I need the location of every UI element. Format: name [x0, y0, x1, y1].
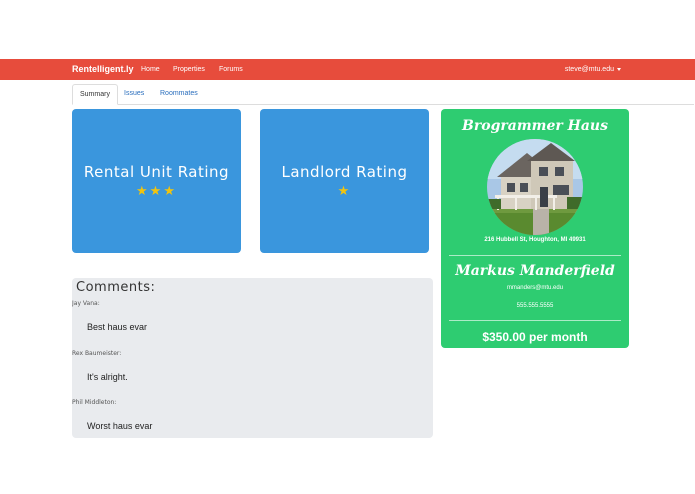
- nav-properties-link[interactable]: Properties: [173, 59, 205, 80]
- rental-unit-rating-card: Rental Unit Rating ★★★: [72, 109, 241, 253]
- landlord-name: Markus Manderfield: [455, 263, 615, 279]
- rent-price: $350.00 per month: [482, 330, 588, 344]
- comments-title: Comments:: [76, 280, 156, 295]
- property-address: 216 Hubbell St, Houghton, MI 49931: [484, 237, 586, 243]
- comment-author: Phil Middleton:: [72, 399, 117, 406]
- tab-roommates[interactable]: Roommates: [153, 84, 205, 104]
- tab-summary[interactable]: Summary: [72, 84, 118, 105]
- nav-forums-link[interactable]: Forums: [219, 59, 243, 80]
- comments-panel: Comments: Jay Vana: Best haus evar Rex B…: [72, 278, 433, 438]
- comment-text: Worst haus evar: [87, 421, 153, 431]
- house-photo: [487, 139, 583, 235]
- rental-unit-star-icons: ★★★: [136, 183, 177, 198]
- landlord-rating-label: Landlord Rating: [281, 163, 408, 181]
- landlord-rating-card: Landlord Rating ★: [260, 109, 429, 253]
- comment-text: Best haus evar: [87, 322, 148, 332]
- comment-author: Rex Baumeister:: [72, 350, 122, 357]
- rental-unit-rating-label: Rental Unit Rating: [83, 163, 230, 181]
- navbar: Rentelligent.ly Home Properties Forums s…: [0, 59, 695, 80]
- landlord-phone: 555.555.5555: [516, 303, 554, 309]
- property-name: Brogrammer Haus: [462, 118, 608, 134]
- landlord-email-link[interactable]: mmanders@mtu.edu: [441, 285, 629, 291]
- property-card: Brogrammer Haus 216 Hubbell St, Houghton…: [441, 109, 629, 348]
- house-illustration: [487, 139, 583, 235]
- comment-text: It's alright.: [87, 372, 128, 382]
- user-email: steve@mtu.edu: [564, 66, 614, 73]
- comment-author: Jay Vana:: [72, 300, 100, 307]
- caret-down-icon: [617, 67, 621, 71]
- divider: [449, 320, 621, 321]
- landlord-star-icons: ★: [337, 183, 352, 198]
- tab-issues[interactable]: Issues: [117, 84, 151, 104]
- tab-bar: Summary Issues Roommates: [72, 84, 694, 105]
- user-menu-dropdown[interactable]: steve@mtu.edu: [565, 59, 621, 80]
- brand-link[interactable]: Rentelligent.ly: [72, 59, 134, 80]
- divider: [449, 255, 621, 256]
- nav-home-link[interactable]: Home: [141, 59, 160, 80]
